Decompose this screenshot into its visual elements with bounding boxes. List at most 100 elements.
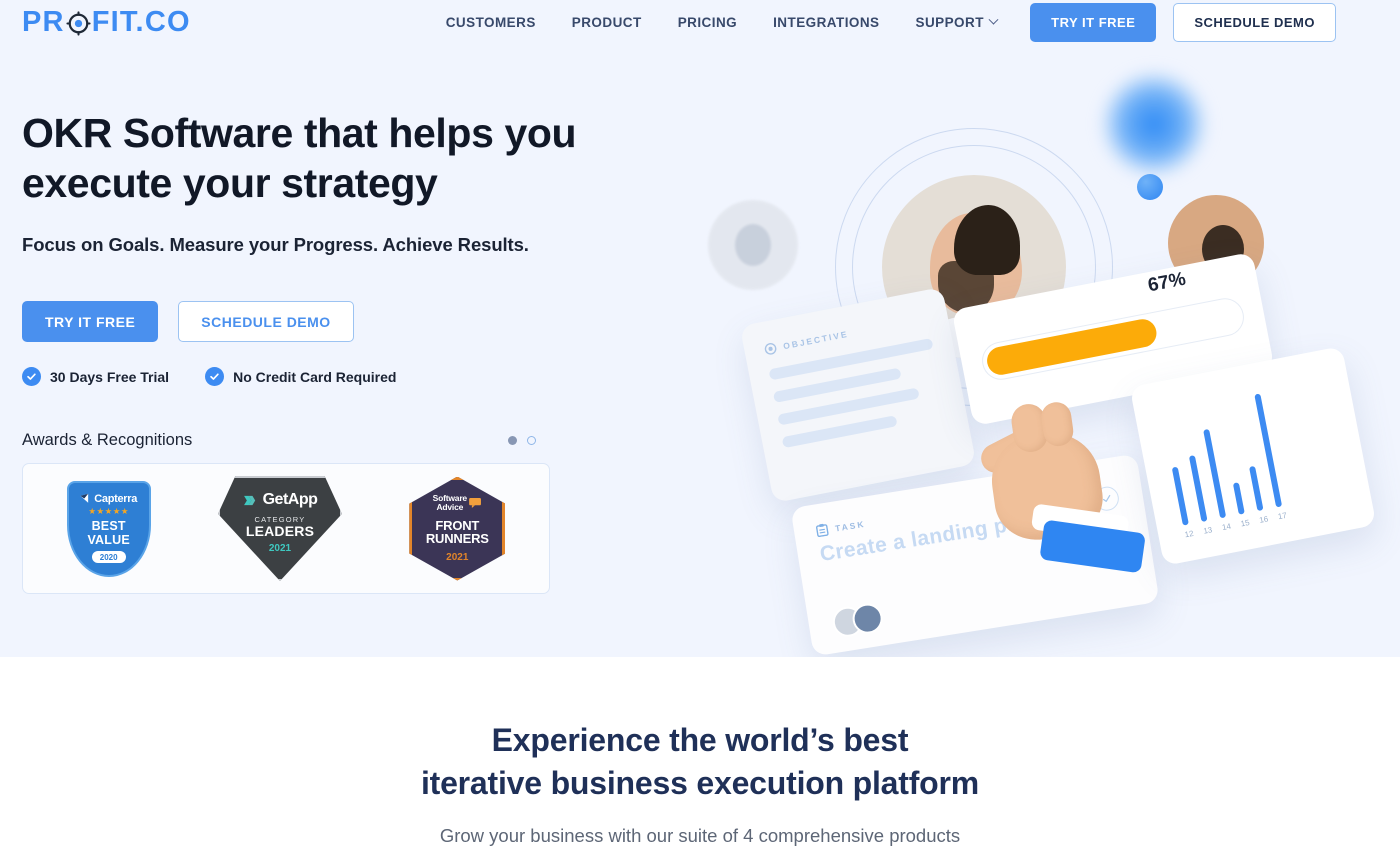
awards-card: Capterra ★★★★★ BEST VALUE 2020 GetApp CA…	[22, 463, 550, 595]
nav-label: PRICING	[677, 14, 738, 30]
capterra-award-line-2: VALUE	[87, 533, 130, 548]
avatar-head-shape	[735, 224, 771, 266]
hero-cta-group: TRY IT FREE SCHEDULE DEMO	[22, 301, 642, 343]
nav-item-support[interactable]: SUPPORT	[915, 14, 999, 30]
nav-item-product[interactable]: PRODUCT	[572, 15, 642, 30]
hero-title-line-1: OKR Software that helps you	[22, 110, 577, 156]
software-advice-award: FRONT RUNNERS	[426, 519, 489, 546]
sa-award-line-2: RUNNERS	[425, 531, 489, 547]
chart-bar	[1248, 465, 1264, 512]
speech-bubble-icon	[469, 498, 481, 509]
chart-bar	[1232, 482, 1245, 515]
nav-label: CUSTOMERS	[445, 14, 536, 30]
nav-item-customers[interactable]: CUSTOMERS	[446, 15, 536, 30]
getapp-brand-row: GetApp	[243, 491, 318, 509]
awards-title: Awards & Recognitions	[22, 431, 193, 450]
software-advice-brand-lines: Software Advice	[433, 494, 467, 512]
trust-row: 30 Days Free Trial No Credit Card Requir…	[22, 367, 642, 387]
axis-tick-label: 12	[1183, 528, 1195, 540]
avatar-secondary-left	[708, 200, 798, 290]
task-label: TASK	[834, 518, 866, 533]
capterra-brand-row: Capterra	[80, 493, 137, 505]
chart-bar	[1188, 455, 1208, 523]
hero-subtitle: Focus on Goals. Measure your Progress. A…	[22, 234, 529, 256]
section-title-line-2: iterative business execution platform	[420, 764, 980, 801]
nav-item-pricing[interactable]: PRICING	[678, 15, 737, 30]
getapp-year: 2021	[268, 543, 292, 555]
capterra-award: BEST VALUE	[87, 519, 129, 547]
software-advice-brand: Software Advice	[426, 494, 489, 512]
hero-content: OKR Software that helps you execute your…	[22, 108, 642, 595]
header-schedule-demo-button[interactable]: SCHEDULE DEMO	[1173, 2, 1336, 42]
objective-label: OBJECTIVE	[782, 328, 850, 352]
platform-section: Experience the world’s best iterative bu…	[0, 657, 1400, 848]
hero-schedule-demo-button[interactable]: SCHEDULE DEMO	[178, 301, 354, 343]
capterra-award-line-1: BEST	[91, 519, 126, 534]
header-try-it-free-button[interactable]: TRY IT FREE	[1030, 2, 1157, 42]
section-subtitle: Grow your business with our suite of 4 c…	[439, 825, 961, 847]
capterra-year: 2020	[91, 551, 126, 564]
trust-item-no-credit-card: No Credit Card Required	[205, 367, 397, 387]
trust-label: 30 Days Free Trial	[50, 368, 170, 385]
objective-placeholder-lines	[768, 337, 947, 449]
site-header: PR FIT.CO CUSTOMERS PRODUCT PRICING INTE…	[0, 0, 1400, 44]
chevron-down-icon	[988, 14, 999, 25]
getapp-award-label: LEADERS	[245, 523, 315, 540]
header-actions: TRY IT FREE SCHEDULE DEMO	[1030, 2, 1336, 42]
main-nav: CUSTOMERS PRODUCT PRICING INTEGRATIONS S…	[446, 14, 999, 30]
objective-icon	[764, 343, 777, 355]
decorative-blue-orb-large	[1100, 70, 1208, 178]
chart-bar	[1171, 467, 1189, 526]
hero-try-it-free-button[interactable]: TRY IT FREE	[22, 301, 159, 343]
decorative-blue-orb-small	[1137, 174, 1163, 200]
getapp-brand-label: GetApp	[262, 491, 318, 509]
axis-tick-label: 16	[1258, 514, 1270, 525]
awards-header: Awards & Recognitions	[22, 431, 550, 450]
check-circle-icon	[205, 367, 225, 387]
target-icon	[66, 10, 91, 36]
award-badge-capterra: Capterra ★★★★★ BEST VALUE 2020	[66, 480, 151, 577]
axis-tick-label: 17	[1277, 510, 1288, 522]
check-circle-icon	[22, 367, 41, 387]
section-title-line-1: Experience the world’s best	[491, 722, 909, 758]
logo-text-before: PR	[22, 5, 65, 38]
hero-title-line-2: execute your strategy	[22, 160, 438, 207]
carousel-dot-1[interactable]	[508, 436, 517, 446]
task-assignee-avatars	[830, 601, 885, 639]
axis-tick-label: 15	[1239, 517, 1251, 529]
hand-illustration	[968, 375, 1146, 584]
awards-section: Awards & Recognitions Capterra ★★★★★ BES…	[22, 431, 550, 595]
objective-card: OBJECTIVE	[739, 287, 977, 503]
capterra-brand-label: Capterra	[94, 492, 138, 505]
chart-card: 12 13 14 15 16 17	[1129, 346, 1377, 566]
nav-label: SUPPORT	[915, 14, 984, 30]
progress-bar-fill	[984, 316, 1159, 378]
capterra-logo-icon	[80, 493, 89, 503]
getapp-content: GetApp CATEGORY LEADERS 2021	[243, 476, 318, 554]
sa-brand-line-2: Advice	[436, 502, 464, 513]
hero-section: PR FIT.CO CUSTOMERS PRODUCT PRICING INTE…	[0, 0, 1400, 657]
clipboard-icon	[816, 523, 829, 538]
chart-bar	[1203, 428, 1227, 519]
awards-carousel-dots	[508, 436, 550, 446]
software-advice-year: 2021	[446, 551, 469, 563]
section-title: Experience the world’s best iterative bu…	[0, 719, 1400, 804]
axis-tick-label: 14	[1221, 521, 1232, 533]
hero-illustration: OBJECTIVE 67% TASK Create a landing page…	[660, 40, 1400, 657]
software-advice-content: Software Advice FRONT RUNNERS 2021	[426, 494, 489, 563]
nav-label: INTEGRATIONS	[773, 14, 880, 30]
award-badge-software-advice: Software Advice FRONT RUNNERS 2021	[409, 476, 506, 581]
carousel-dot-2[interactable]	[527, 436, 536, 446]
progress-bar-track	[978, 294, 1248, 384]
award-badge-getapp: GetApp CATEGORY LEADERS 2021	[217, 476, 342, 582]
getapp-logo-icon	[243, 495, 255, 505]
logo[interactable]: PR FIT.CO	[22, 5, 191, 38]
axis-tick-label: 13	[1202, 525, 1214, 536]
trust-item-free-trial: 30 Days Free Trial	[22, 367, 170, 387]
logo-text-after: FIT.CO	[91, 5, 191, 38]
page-title: OKR Software that helps you execute your…	[22, 108, 642, 208]
trust-label: No Credit Card Required	[233, 368, 397, 385]
nav-label: PRODUCT	[571, 14, 642, 30]
nav-item-integrations[interactable]: INTEGRATIONS	[773, 15, 879, 30]
sleeve-cuff	[1039, 519, 1146, 574]
